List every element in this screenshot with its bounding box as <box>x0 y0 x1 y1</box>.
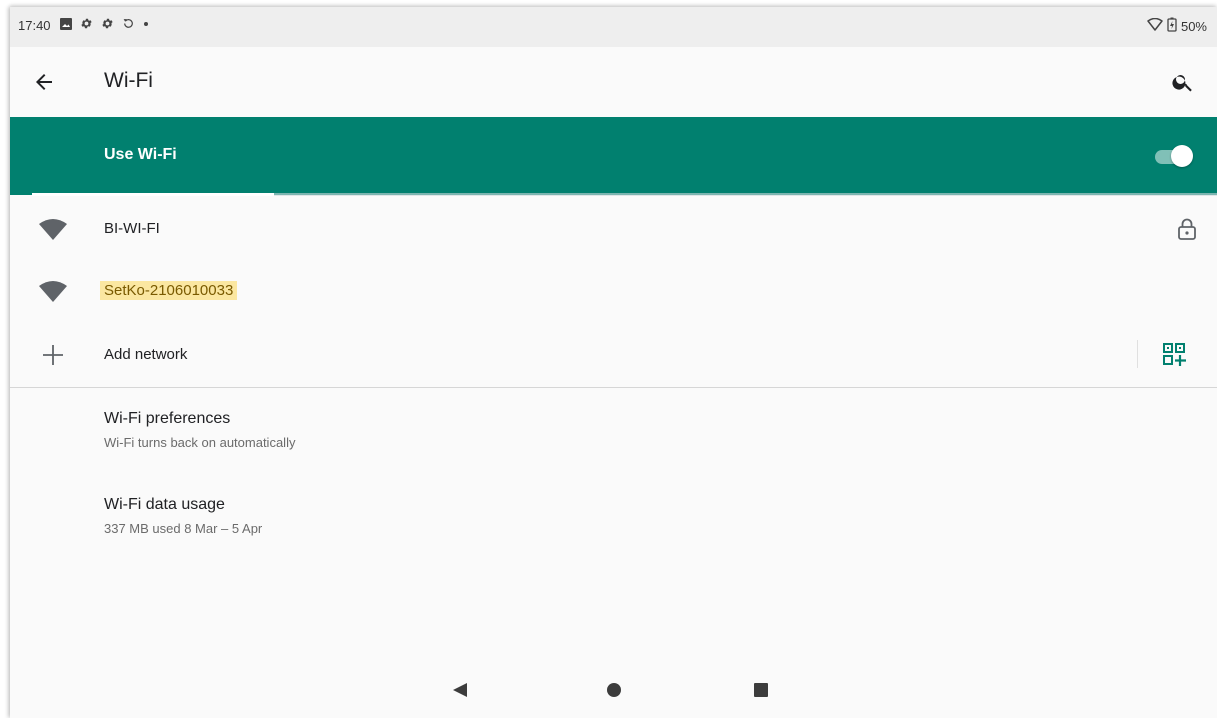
image-icon <box>60 17 72 30</box>
sync-icon <box>122 17 135 30</box>
network-item[interactable]: BI-WI-FI <box>10 199 1217 261</box>
lock-icon <box>1177 217 1197 241</box>
status-time: 17:40 <box>18 18 51 33</box>
qr-code-scan-icon[interactable] <box>1162 342 1188 368</box>
use-wifi-label: Use Wi-Fi <box>104 146 177 163</box>
battery-percent: 50% <box>1180 18 1207 34</box>
add-network-label: Add network <box>104 346 188 363</box>
network-name: SetKo-2106010033 <box>100 281 238 300</box>
network-item[interactable]: SetKo-2106010033 <box>10 261 1217 323</box>
wifi-data-usage-title: Wi-Fi data usage <box>104 496 225 513</box>
app-bar: Wi-Fi <box>10 47 1217 117</box>
network-name: BI-WI-FI <box>104 220 160 237</box>
progress-indicator <box>32 193 274 196</box>
vertical-divider <box>1137 340 1138 368</box>
page-title: Wi-Fi <box>104 69 153 92</box>
gear-icon <box>80 17 93 30</box>
use-wifi-switch-bar[interactable]: Use Wi-Fi <box>10 117 1217 196</box>
home-nav-icon[interactable] <box>606 682 622 703</box>
search-icon[interactable] <box>1171 70 1195 94</box>
battery-charging-icon <box>1167 17 1177 35</box>
back-nav-icon[interactable] <box>452 682 468 703</box>
plus-icon <box>38 340 68 370</box>
recents-nav-icon[interactable] <box>753 682 769 703</box>
wifi-toggle-switch[interactable] <box>1155 145 1193 167</box>
dot-icon <box>143 21 149 27</box>
notification-icons <box>60 17 149 30</box>
add-network-item[interactable]: Add network <box>10 323 1217 387</box>
back-arrow-icon[interactable] <box>32 70 56 94</box>
wifi-preferences-title: Wi-Fi preferences <box>104 410 231 427</box>
navigation-bar <box>10 663 1217 718</box>
wifi-preferences-summary: Wi-Fi turns back on automatically <box>104 435 296 450</box>
progress-track <box>274 193 1217 196</box>
device-screen: 17:40 50% Wi-Fi Use Wi-Fi BI-WI-FI SetKo… <box>10 7 1217 718</box>
wifi-status-icon <box>1147 17 1163 35</box>
wifi-preferences-item[interactable]: Wi-Fi preferences Wi-Fi turns back on au… <box>10 388 1217 464</box>
wifi-signal-icon <box>38 277 68 307</box>
system-indicators: 50% <box>1147 17 1207 35</box>
gear-icon <box>101 17 114 30</box>
wifi-data-usage-item[interactable]: Wi-Fi data usage 337 MB used 8 Mar – 5 A… <box>10 474 1217 550</box>
status-bar: 17:40 50% <box>10 7 1217 47</box>
wifi-data-usage-summary: 337 MB used 8 Mar – 5 Apr <box>104 521 263 536</box>
toggle-thumb <box>1171 145 1193 167</box>
wifi-signal-icon <box>38 215 68 245</box>
network-name-container: SetKo-2106010033 <box>100 281 238 300</box>
